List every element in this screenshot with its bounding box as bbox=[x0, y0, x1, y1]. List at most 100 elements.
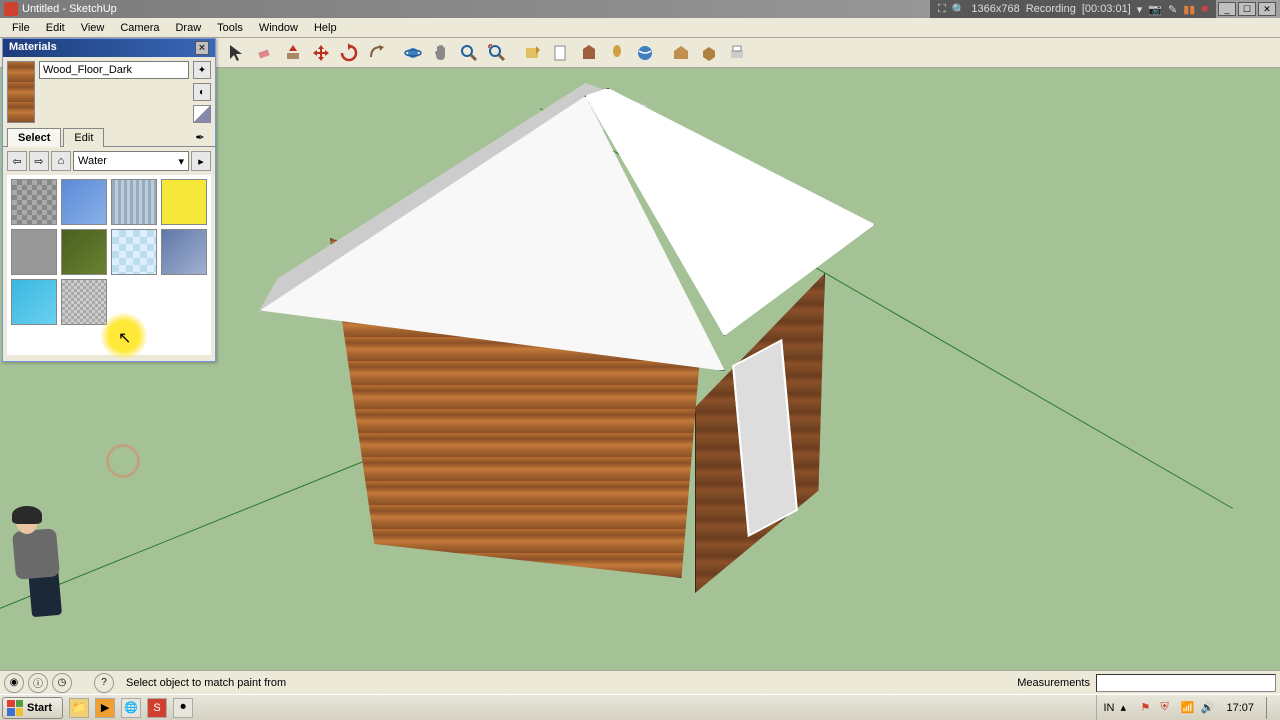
panel-header[interactable]: Materials × bbox=[3, 39, 215, 57]
task-media-icon[interactable]: ▶ bbox=[95, 698, 115, 718]
titlebar: Untitled - SketchUp ⛶ 🔍 1366x768 Recordi… bbox=[0, 0, 1280, 18]
task-sketchup-icon[interactable]: S bbox=[147, 698, 167, 718]
statusbar: ◉ ⓘ ◷ ? Select object to match paint fro… bbox=[0, 670, 1280, 694]
move-tool-icon[interactable] bbox=[308, 40, 334, 66]
clock[interactable]: 17:07 bbox=[1220, 702, 1260, 714]
menu-edit[interactable]: Edit bbox=[38, 20, 73, 36]
offset-tool-icon[interactable] bbox=[364, 40, 390, 66]
eyedropper-icon[interactable]: ✒ bbox=[191, 128, 209, 146]
zoom-tool-icon[interactable] bbox=[456, 40, 482, 66]
menu-tools[interactable]: Tools bbox=[209, 20, 251, 36]
show-desktop-button[interactable] bbox=[1266, 697, 1274, 719]
materials-panel[interactable]: Materials × ✦ ◐ Select Edit ✒ ⇦ ⇨ ⌂ Wate… bbox=[2, 38, 216, 362]
nav-home-icon[interactable]: ⌂ bbox=[51, 151, 71, 171]
extension-warehouse-icon[interactable] bbox=[668, 40, 694, 66]
close-button[interactable]: ✕ bbox=[1258, 2, 1276, 16]
geo-location-icon[interactable]: ◉ bbox=[4, 673, 24, 693]
print-icon[interactable] bbox=[724, 40, 750, 66]
material-swatch[interactable] bbox=[11, 229, 57, 275]
get-models-icon[interactable] bbox=[520, 40, 546, 66]
measurements-label: Measurements bbox=[1017, 677, 1090, 689]
place-model-icon[interactable] bbox=[604, 40, 630, 66]
chevron-down-icon: ▾ bbox=[178, 155, 184, 168]
camera-icon[interactable]: 📷 bbox=[1148, 3, 1162, 16]
nav-forward-icon[interactable]: ⇨ bbox=[29, 151, 49, 171]
material-name-input[interactable] bbox=[39, 61, 189, 79]
measurements-input[interactable] bbox=[1096, 674, 1276, 692]
default-material-swatch[interactable] bbox=[193, 105, 211, 123]
menu-help[interactable]: Help bbox=[306, 20, 345, 36]
pushpull-tool-icon[interactable] bbox=[280, 40, 306, 66]
category-label: Water bbox=[78, 155, 107, 167]
language-indicator[interactable]: IN bbox=[1103, 702, 1114, 714]
menu-camera[interactable]: Camera bbox=[112, 20, 167, 36]
select-tool-icon[interactable] bbox=[224, 40, 250, 66]
material-swatch[interactable] bbox=[161, 179, 207, 225]
set-default-icon[interactable]: ◐ bbox=[193, 83, 211, 101]
nav-back-icon[interactable]: ⇦ bbox=[7, 151, 27, 171]
window-title: Untitled - SketchUp bbox=[22, 3, 930, 15]
scale-figure[interactable] bbox=[6, 508, 76, 618]
stop-icon[interactable]: ■ bbox=[1201, 3, 1208, 15]
task-explorer-icon[interactable]: 📁 bbox=[69, 698, 89, 718]
task-chrome-icon[interactable]: 🌐 bbox=[121, 698, 141, 718]
material-preview[interactable] bbox=[7, 61, 35, 123]
material-swatch[interactable] bbox=[61, 179, 107, 225]
menu-view[interactable]: View bbox=[73, 20, 113, 36]
rec-resolution: 1366x768 bbox=[971, 3, 1019, 15]
search-icon[interactable]: 🔍 bbox=[952, 3, 966, 16]
menu-file[interactable]: File bbox=[4, 20, 38, 36]
category-dropdown[interactable]: Water ▾ bbox=[73, 151, 189, 171]
tray-shield-icon[interactable]: ⛨ bbox=[1160, 701, 1174, 715]
click-indicator bbox=[106, 444, 140, 478]
material-grid bbox=[7, 175, 211, 355]
material-swatch[interactable] bbox=[61, 229, 107, 275]
start-label: Start bbox=[27, 702, 52, 714]
material-swatch[interactable] bbox=[11, 179, 57, 225]
menu-draw[interactable]: Draw bbox=[167, 20, 209, 36]
tab-select[interactable]: Select bbox=[7, 128, 61, 147]
material-swatch[interactable] bbox=[111, 179, 157, 225]
preview-ge-icon[interactable] bbox=[632, 40, 658, 66]
zoom-extents-tool-icon[interactable] bbox=[484, 40, 510, 66]
tray-volume-icon[interactable]: 🔊 bbox=[1200, 701, 1214, 715]
panel-title: Materials bbox=[9, 41, 57, 55]
menubar: File Edit View Camera Draw Tools Window … bbox=[0, 18, 1280, 38]
create-material-icon[interactable]: ✦ bbox=[193, 61, 211, 79]
status-hint: Select object to match paint from bbox=[126, 677, 1017, 689]
material-swatch[interactable] bbox=[111, 229, 157, 275]
material-swatch[interactable] bbox=[11, 279, 57, 325]
start-button[interactable]: Start bbox=[2, 697, 63, 719]
new-model-icon[interactable] bbox=[548, 40, 574, 66]
get-photo-textures-icon[interactable] bbox=[576, 40, 602, 66]
app-icon bbox=[4, 2, 18, 16]
pause-icon[interactable]: ▮▮ bbox=[1183, 3, 1195, 16]
share-model-icon[interactable] bbox=[696, 40, 722, 66]
claim-credit-icon[interactable]: ◷ bbox=[52, 673, 72, 693]
menu-window[interactable]: Window bbox=[251, 20, 306, 36]
recording-overlay[interactable]: ⛶ 🔍 1366x768 Recording [00:03:01] ▾ 📷 ✎ … bbox=[930, 0, 1216, 18]
tray-flag-icon[interactable]: ⚑ bbox=[1140, 701, 1154, 715]
taskbar: Start 📁 ▶ 🌐 S ⏺ IN ▴ ⚑ ⛨ 📶 🔊 17:07 bbox=[0, 694, 1280, 720]
rotate-tool-icon[interactable] bbox=[336, 40, 362, 66]
fullscreen-icon[interactable]: ⛶ bbox=[938, 3, 946, 16]
help-icon[interactable]: ? bbox=[94, 673, 114, 693]
eraser-tool-icon[interactable] bbox=[252, 40, 278, 66]
windows-logo-icon bbox=[7, 700, 23, 716]
rec-label: Recording bbox=[1026, 3, 1076, 15]
details-menu-icon[interactable]: ▸ bbox=[191, 151, 211, 171]
material-swatch[interactable] bbox=[161, 229, 207, 275]
tray-network-icon[interactable]: 📶 bbox=[1180, 701, 1194, 715]
orbit-tool-icon[interactable] bbox=[400, 40, 426, 66]
pan-tool-icon[interactable] bbox=[428, 40, 454, 66]
material-swatch[interactable] bbox=[61, 279, 107, 325]
task-recorder-icon[interactable]: ⏺ bbox=[173, 698, 193, 718]
credits-icon[interactable]: ⓘ bbox=[28, 673, 48, 693]
tray-arrow-icon[interactable]: ▴ bbox=[1120, 701, 1134, 715]
chevron-down-icon[interactable]: ▾ bbox=[1137, 3, 1143, 16]
tab-edit[interactable]: Edit bbox=[63, 128, 104, 147]
panel-close-icon[interactable]: × bbox=[195, 41, 209, 55]
minimize-button[interactable]: _ bbox=[1218, 2, 1236, 16]
pencil-icon[interactable]: ✎ bbox=[1168, 3, 1177, 16]
maximize-button[interactable]: ☐ bbox=[1238, 2, 1256, 16]
